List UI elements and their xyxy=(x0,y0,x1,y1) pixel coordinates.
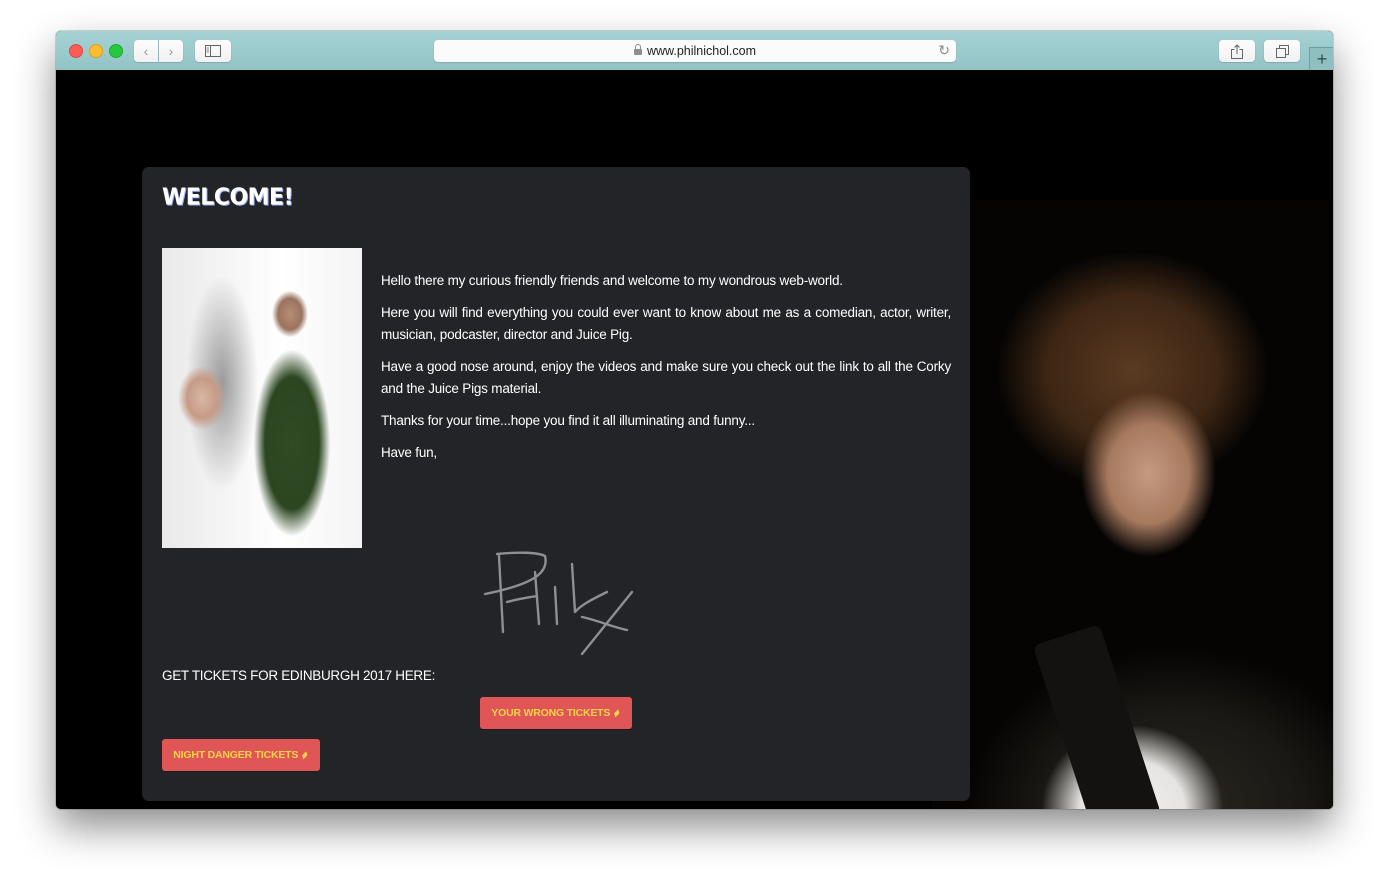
ticket-icon: ▰ xyxy=(610,706,624,720)
hero-portrait-image xyxy=(932,200,1333,809)
page-content: WELCOME! Hello there my curious friendly… xyxy=(56,70,1333,809)
sidebar-icon xyxy=(205,45,221,57)
intro-paragraph: Thanks for your time...hope you find it … xyxy=(381,413,755,428)
plus-icon: + xyxy=(1316,49,1328,69)
button-label: NIGHT DANGER TICKETS xyxy=(173,749,299,761)
share-icon xyxy=(1231,43,1243,59)
lock-icon xyxy=(633,44,642,55)
share-button[interactable] xyxy=(1219,40,1255,62)
url-text: www.philnichol.com xyxy=(646,44,757,58)
forward-button[interactable]: › xyxy=(159,40,183,62)
back-button[interactable]: ‹ xyxy=(134,40,158,62)
welcome-card: WELCOME! Hello there my curious friendly… xyxy=(142,167,970,801)
intro-paragraph: Have a good nose around, enjoy the video… xyxy=(381,359,951,396)
night-danger-tickets-button[interactable]: NIGHT DANGER TICKETS ▰ xyxy=(162,739,320,771)
show-tabs-button[interactable] xyxy=(1264,40,1300,62)
tabs-icon xyxy=(1275,44,1289,58)
profile-photo xyxy=(162,248,362,548)
browser-window: ‹ › www.philnichol.com ↻ + WELCOME! Hell… xyxy=(56,31,1333,809)
address-bar[interactable]: www.philnichol.com ↻ xyxy=(434,40,956,62)
intro-paragraph: Have fun, xyxy=(381,445,437,460)
button-label: YOUR WRONG TICKETS xyxy=(491,707,611,719)
sidebar-toggle-button[interactable] xyxy=(195,40,231,62)
close-window-button[interactable] xyxy=(69,44,83,58)
intro-paragraph: Hello there my curious friendly friends … xyxy=(381,273,843,288)
ticket-icon: ▰ xyxy=(298,748,312,762)
your-wrong-tickets-button[interactable]: YOUR WRONG TICKETS ▰ xyxy=(480,697,632,729)
new-tab-button[interactable]: + xyxy=(1309,47,1333,71)
tickets-heading: GET TICKETS FOR EDINBURGH 2017 HERE: xyxy=(162,668,436,683)
browser-toolbar: ‹ › www.philnichol.com ↻ + xyxy=(56,31,1333,71)
chevron-right-icon: › xyxy=(168,43,174,59)
minimize-window-button[interactable] xyxy=(89,44,103,58)
signature-image xyxy=(483,551,634,656)
welcome-title: WELCOME! xyxy=(162,184,294,211)
maximize-window-button[interactable] xyxy=(109,44,123,58)
intro-text: Hello there my curious friendly friends … xyxy=(381,270,951,474)
intro-paragraph: Here you will find everything you could … xyxy=(381,305,951,342)
reload-icon[interactable]: ↻ xyxy=(938,42,950,59)
hero-tie-shape xyxy=(1032,624,1162,809)
chevron-left-icon: ‹ xyxy=(143,43,149,59)
